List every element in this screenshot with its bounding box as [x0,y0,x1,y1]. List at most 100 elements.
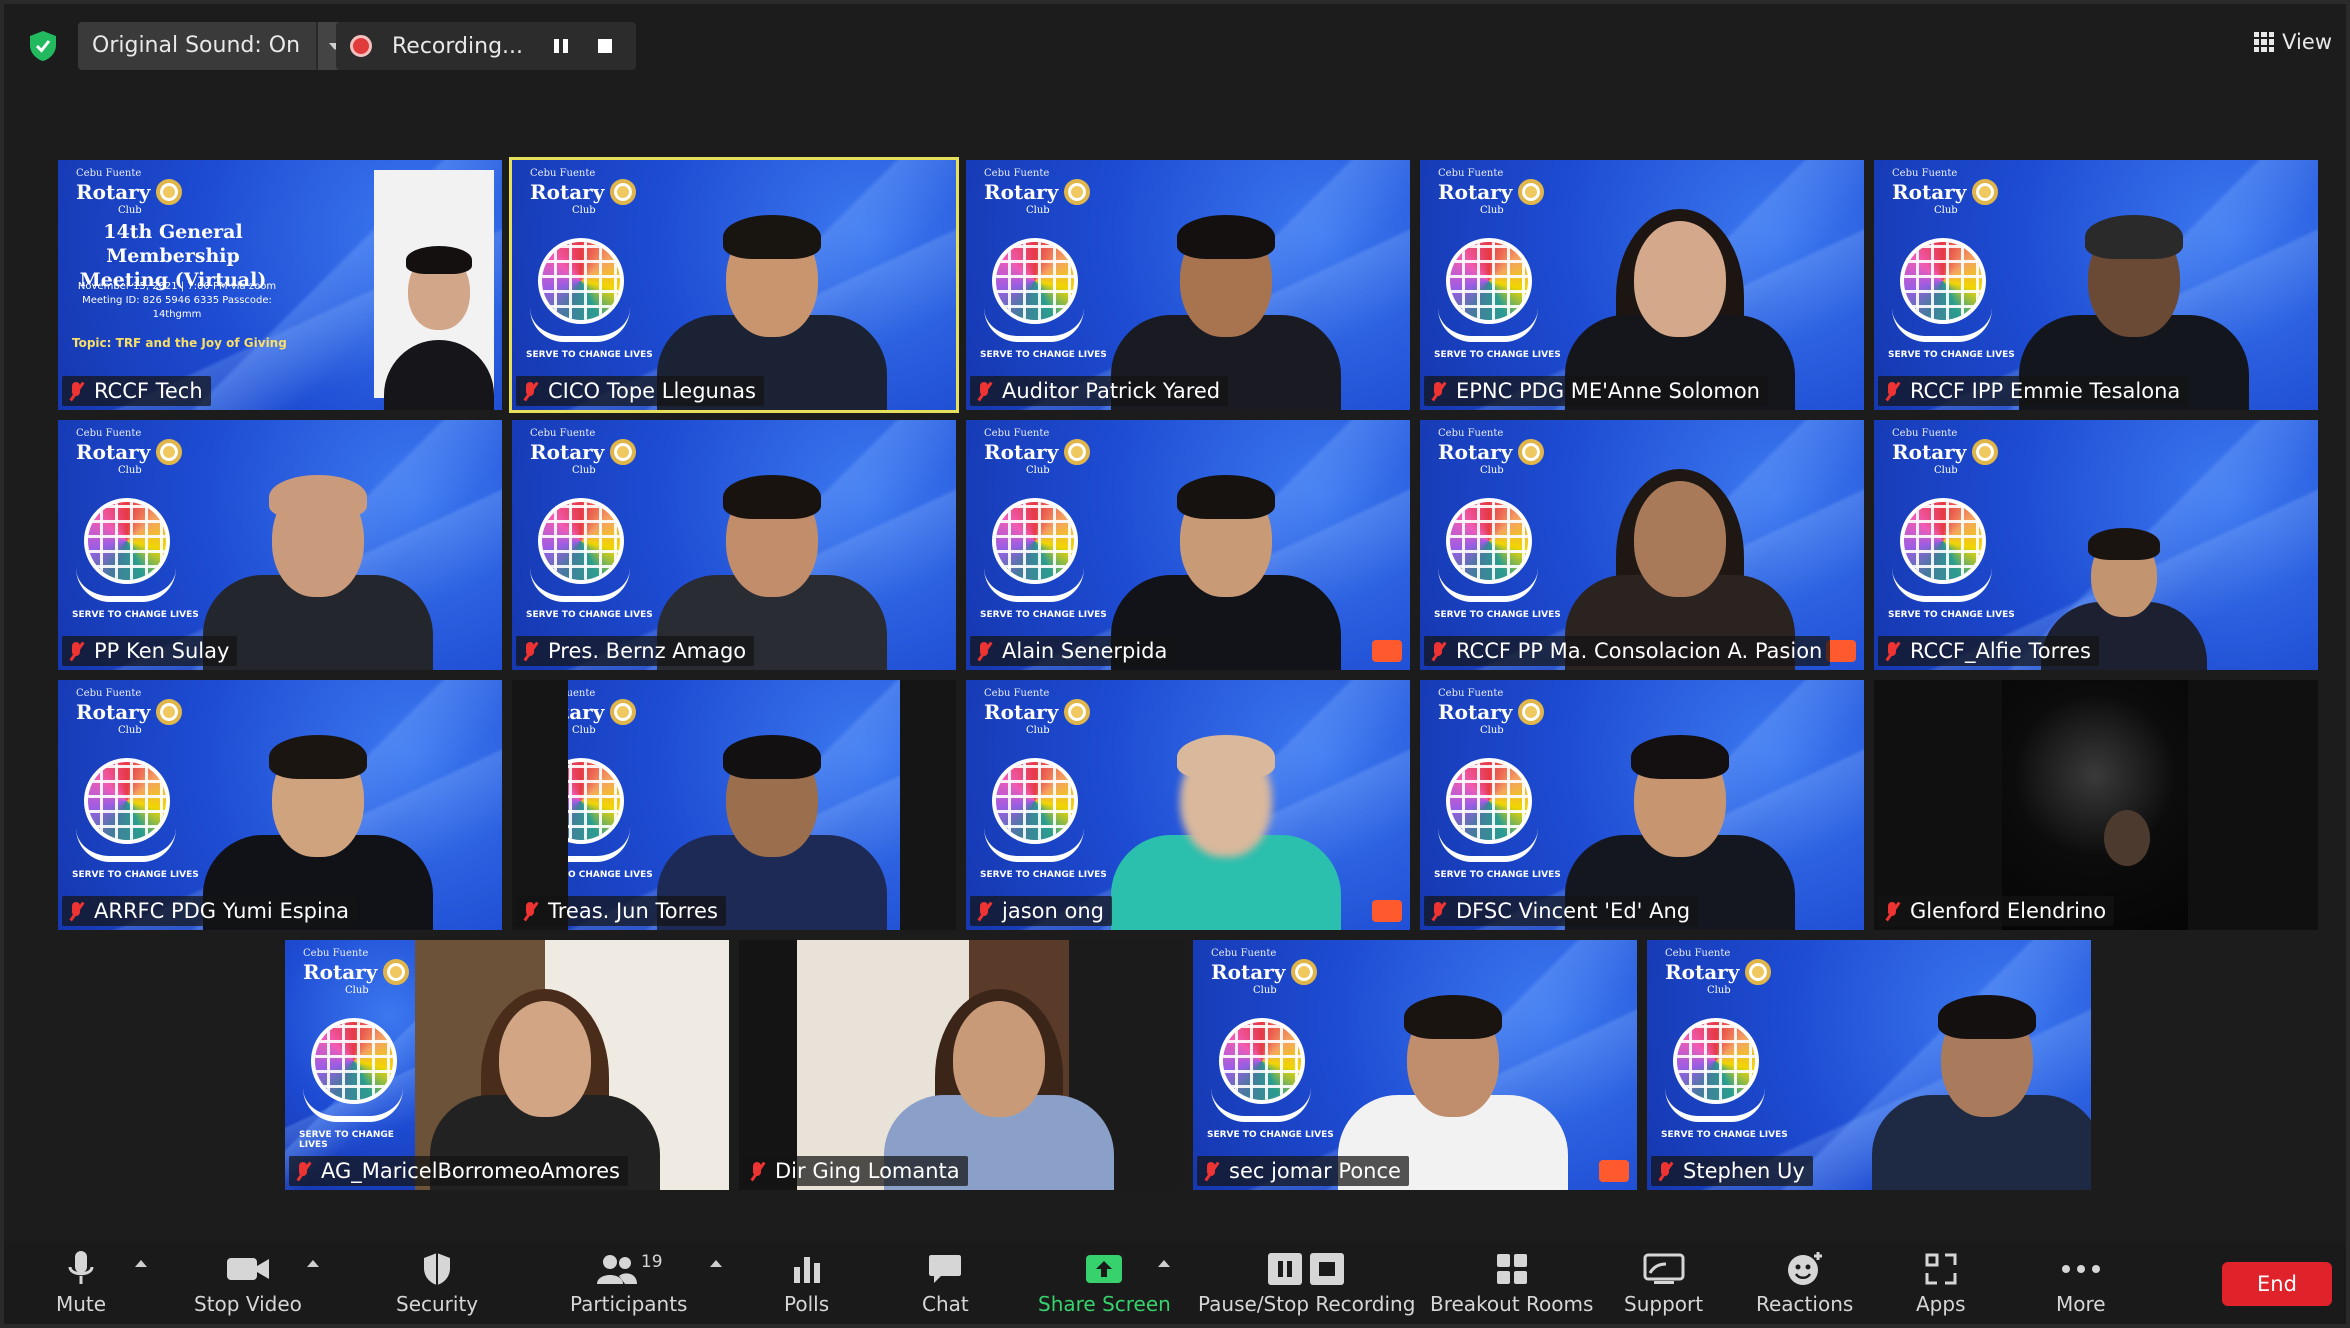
participant-name: Dir Ging Lomanta [775,1159,960,1183]
virtual-background-badge-icon [1372,900,1402,922]
share-screen-arrow-icon [1086,1255,1123,1283]
stop-recording-icon[interactable] [598,39,612,53]
participant-tile[interactable]: Cebu FuenteRotaryClubSERVE TO CHANGE LIV… [1193,940,1637,1190]
participant-tile[interactable]: Cebu FuenteRotaryClubSERVE TO CHANGE LIV… [512,420,956,670]
participant-tile[interactable]: Cebu FuenteRotaryClubSERVE TO CHANGE LIV… [966,680,1410,930]
apps-button[interactable]: Apps [1916,1248,1966,1316]
participant-tile-active-speaker[interactable]: Cebu Fuente Rotary Club SERVE TO CHANGE LIV… [509,157,959,413]
participant-video [1647,940,2091,1190]
stop-video-label: Stop Video [194,1292,302,1316]
muted-microphone-icon [974,900,994,922]
breakout-rooms-button[interactable]: Breakout Rooms [1430,1248,1593,1316]
participant-tile[interactable]: Cebu FuenteRotaryClubSERVE TO CHANGE LIV… [966,160,1410,410]
participant-name: RCCF_Alfie Torres [1910,639,2091,663]
apps-label: Apps [1916,1292,1966,1316]
stop-video-button[interactable]: Stop Video [194,1248,302,1316]
polls-button[interactable]: Polls [784,1248,829,1316]
participant-name: sec jomar Ponce [1229,1159,1401,1183]
breakout-rooms-icon [1496,1254,1527,1284]
muted-microphone-icon [1428,380,1448,402]
security-button[interactable]: Security [396,1248,478,1316]
participant-tile[interactable]: Cebu FuenteRotaryClubSERVE TO CHANGE LIV… [1420,160,1864,410]
muted-microphone-icon [1428,640,1448,662]
participant-nameplate: Dir Ging Lomanta [743,1156,968,1186]
encryption-shield-icon[interactable] [28,30,58,62]
participant-tile[interactable]: Cebu FuenteRotaryClubSERVE TO CHANGE LIV… [58,420,502,670]
rotary-club-logo: Cebu FuenteRotaryClub [76,168,183,216]
participant-name: RCCF IPP Emmie Tesalona [1910,379,2181,403]
participant-video [285,940,729,1190]
microphone-icon [68,1251,94,1284]
mute-button[interactable]: Mute [56,1248,106,1316]
share-options-chevron-icon[interactable] [1158,1260,1170,1267]
more-button[interactable]: More [2056,1248,2106,1316]
club-city-text: Cebu Fuente [76,168,142,179]
participant-tile[interactable]: Cebu FuenteRotaryClubSERVE TO CHANGE LIV… [1647,940,2091,1190]
muted-microphone-icon [1882,640,1902,662]
audio-options-chevron-icon[interactable] [135,1260,147,1267]
muted-microphone-icon [1882,380,1902,402]
participant-tile[interactable]: Cebu FuenteRotaryClubSERVE TO CHANGE LIV… [1874,420,2318,670]
flyer-title-line1: 14th General Membership [103,221,243,267]
muted-microphone-icon [66,640,86,662]
rotary-text: Rotary [76,180,151,204]
participant-video [739,940,1183,1190]
rotary-wordmark: Rotary [76,179,183,205]
polls-label: Polls [784,1292,830,1316]
reactions-button[interactable]: Reactions [1756,1248,1853,1316]
grid-view-icon [2254,32,2275,52]
muted-microphone-icon [293,1160,313,1182]
chat-button[interactable]: Chat [922,1248,969,1316]
mute-label: Mute [56,1292,107,1316]
participant-video [512,420,956,670]
share-screen-button[interactable]: Share Screen [1038,1248,1171,1316]
original-sound-label[interactable]: Original Sound: On [78,22,316,70]
participant-tile[interactable]: Glenford Elendrino [1874,680,2318,930]
participant-name: ARRFC PDG Yumi Espina [94,899,349,923]
support-icon [1643,1253,1685,1284]
video-options-chevron-icon[interactable] [307,1260,319,1267]
participant-tile[interactable]: Cebu FuenteRotaryClubSERVE TO CHANGE LIV… [285,940,729,1190]
more-dots-icon [2061,1265,2100,1273]
end-meeting-button[interactable]: End [2222,1262,2332,1306]
apps-icon [1925,1253,1957,1285]
chat-bubble-icon [929,1255,962,1283]
participant-tile[interactable]: Cebu FuenteRotaryClubSERVE TO CHANGE LIV… [966,420,1410,670]
participant-tile[interactable]: Dir Ging Lomanta [739,940,1183,1190]
participant-video [512,680,956,930]
participant-tile[interactable]: Cebu FuenteRotaryClubSERVE TO CHANGE LIV… [58,160,502,410]
participant-name: Alain Senerpida [1002,639,1168,663]
reactions-label: Reactions [1756,1292,1854,1316]
view-button[interactable]: View [2254,30,2332,54]
participant-tile[interactable]: Cebu FuenteRotaryClubSERVE TO CHANGE LIV… [1874,160,2318,410]
participants-button[interactable]: 19 Participants [570,1248,687,1316]
breakout-rooms-label: Breakout Rooms [1430,1292,1594,1316]
participant-nameplate: RCCF IPP Emmie Tesalona [1878,376,2189,406]
participant-nameplate: PP Ken Sulay [62,636,238,666]
participant-tile[interactable]: Cebu FuenteRotaryClubSERVE TO CHANGE LIV… [1420,420,1864,670]
participant-video [1420,680,1864,930]
participant-video [966,420,1410,670]
participant-nameplate: Glenford Elendrino [1878,896,2115,926]
participant-video [1420,160,1864,410]
participant-nameplate: DFSC Vincent 'Ed' Ang [1424,896,1699,926]
participant-nameplate: Alain Senerpida [970,636,1176,666]
pause-stop-recording-button[interactable]: Pause/Stop Recording [1198,1248,1415,1316]
support-button[interactable]: Support [1624,1248,1703,1316]
participant-video [966,680,1410,930]
participants-options-chevron-icon[interactable] [710,1260,722,1267]
participant-nameplate: RCCF_Alfie Torres [1878,636,2099,666]
participant-tile[interactable]: Cebu FuenteRotaryClubSERVE TO CHANGE LIV… [1420,680,1864,930]
pause-recording-icon[interactable] [554,39,568,53]
polls-bar-chart-icon [793,1257,820,1283]
participant-tile[interactable]: Cebu FuenteRotaryClubSERVE TO CHANGE LIV… [58,680,502,930]
participants-count: 19 [640,1252,663,1272]
dark-room-video [2002,680,2188,930]
participant-tile[interactable]: Cebu FuenteRotaryClubSERVE TO CHANGE LIV… [512,680,956,930]
dim-face [2104,810,2150,866]
muted-microphone-icon [1882,900,1902,922]
original-sound-toggle[interactable]: Original Sound: On [78,22,353,70]
reactions-smiley-icon [1787,1252,1822,1285]
rotary-wheel-icon [156,179,183,205]
participant-video [58,680,502,930]
